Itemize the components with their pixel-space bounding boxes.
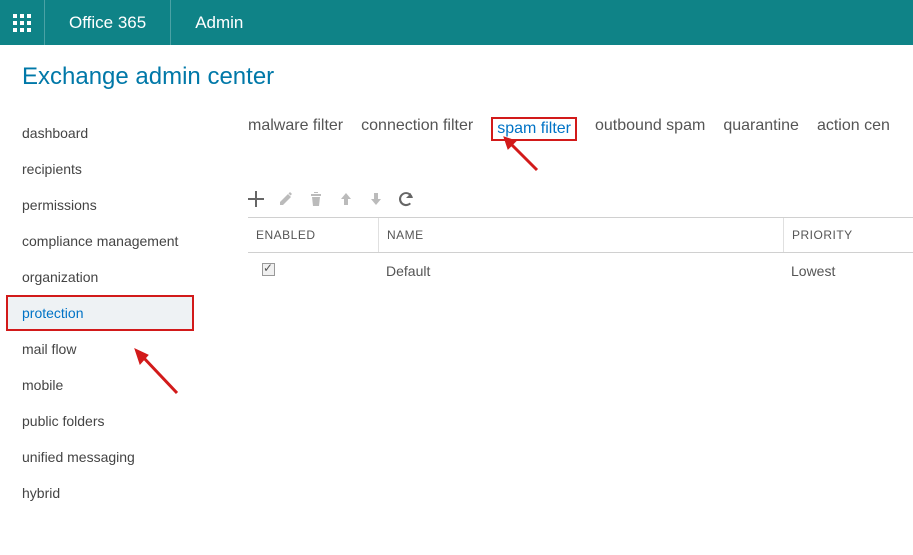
enabled-checkbox bbox=[262, 263, 275, 276]
sidebar-item-permissions[interactable]: permissions bbox=[0, 187, 200, 223]
sidebar-item-unified-messaging[interactable]: unified messaging bbox=[0, 439, 200, 475]
delete-button[interactable] bbox=[308, 191, 324, 207]
sidebar-item-mobile[interactable]: mobile bbox=[0, 367, 200, 403]
table-row[interactable]: Default Lowest bbox=[248, 253, 913, 289]
trash-icon bbox=[308, 191, 324, 207]
header-name[interactable]: NAME bbox=[378, 218, 783, 252]
pencil-icon bbox=[278, 191, 294, 207]
tab-bar: malware filter connection filter spam fi… bbox=[248, 117, 913, 141]
product-link[interactable]: Office 365 bbox=[45, 0, 171, 45]
refresh-icon bbox=[398, 191, 414, 207]
app-launcher-button[interactable] bbox=[0, 0, 45, 45]
cell-priority: Lowest bbox=[783, 253, 913, 289]
waffle-icon bbox=[13, 14, 31, 32]
refresh-button[interactable] bbox=[398, 191, 414, 207]
tab-connection-filter[interactable]: connection filter bbox=[361, 117, 473, 141]
tab-malware-filter[interactable]: malware filter bbox=[248, 117, 343, 141]
sidebar-item-recipients[interactable]: recipients bbox=[0, 151, 200, 187]
sidebar-item-compliance-management[interactable]: compliance management bbox=[0, 223, 200, 259]
arrow-up-icon bbox=[338, 191, 354, 207]
cell-enabled bbox=[248, 253, 378, 289]
top-bar: Office 365 Admin bbox=[0, 0, 913, 45]
sidebar: dashboard recipients permissions complia… bbox=[0, 109, 200, 511]
sidebar-item-organization[interactable]: organization bbox=[0, 259, 200, 295]
sidebar-item-mail-flow[interactable]: mail flow bbox=[0, 331, 200, 367]
header-enabled[interactable]: ENABLED bbox=[248, 218, 378, 252]
cell-name: Default bbox=[378, 253, 783, 289]
main-panel: malware filter connection filter spam fi… bbox=[200, 109, 913, 511]
annotation-arrow-tab bbox=[502, 135, 542, 178]
tab-action-center[interactable]: action cen bbox=[817, 117, 890, 141]
policy-table: ENABLED NAME PRIORITY Default Lowest bbox=[248, 217, 913, 289]
move-down-button[interactable] bbox=[368, 191, 384, 207]
tab-quarantine[interactable]: quarantine bbox=[723, 117, 799, 141]
tab-outbound-spam[interactable]: outbound spam bbox=[595, 117, 705, 141]
move-up-button[interactable] bbox=[338, 191, 354, 207]
plus-icon bbox=[248, 191, 264, 207]
sidebar-item-public-folders[interactable]: public folders bbox=[0, 403, 200, 439]
arrow-icon bbox=[502, 135, 542, 175]
arrow-down-icon bbox=[368, 191, 384, 207]
tab-spam-filter[interactable]: spam filter bbox=[491, 117, 577, 141]
sidebar-item-hybrid[interactable]: hybrid bbox=[0, 475, 200, 511]
sidebar-item-protection[interactable]: protection bbox=[6, 295, 194, 331]
add-button[interactable] bbox=[248, 191, 264, 207]
table-header: ENABLED NAME PRIORITY bbox=[248, 218, 913, 253]
header-priority[interactable]: PRIORITY bbox=[783, 218, 913, 252]
edit-button[interactable] bbox=[278, 191, 294, 207]
toolbar bbox=[248, 191, 913, 207]
admin-link[interactable]: Admin bbox=[171, 0, 267, 45]
sidebar-item-dashboard[interactable]: dashboard bbox=[0, 115, 200, 151]
page-title: Exchange admin center bbox=[0, 45, 913, 109]
